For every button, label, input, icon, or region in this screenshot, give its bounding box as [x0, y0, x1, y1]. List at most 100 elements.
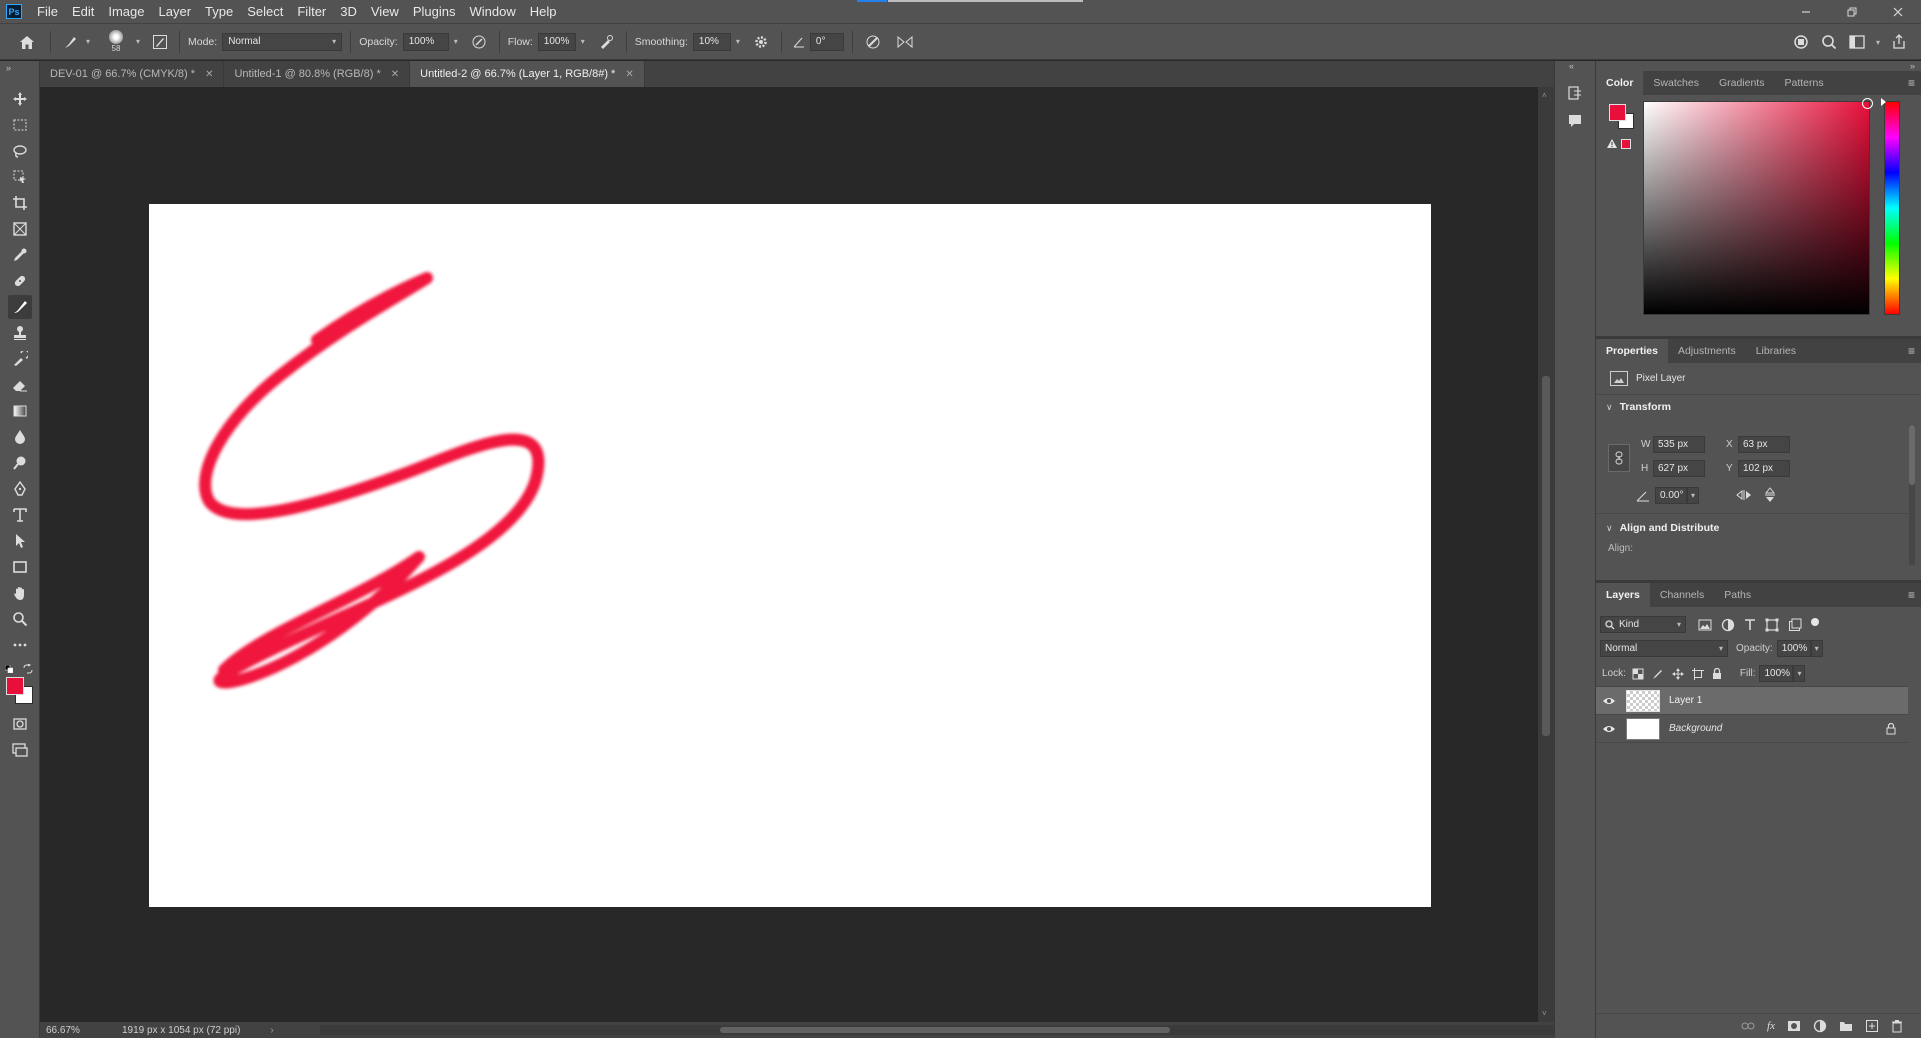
transform-section-header[interactable]: ∨ Transform — [1596, 395, 1921, 419]
workspace-icon[interactable] — [1843, 30, 1871, 54]
close-icon[interactable] — [1875, 0, 1921, 23]
lock-position-icon[interactable] — [1671, 667, 1684, 680]
restore-icon[interactable] — [1829, 0, 1875, 23]
eraser-tool-icon[interactable] — [8, 373, 32, 397]
add-mask-icon[interactable] — [1787, 1020, 1801, 1032]
lock-image-pixels-icon[interactable] — [1652, 668, 1664, 680]
clone-stamp-tool-icon[interactable] — [8, 321, 32, 345]
tab-libraries[interactable]: Libraries — [1746, 339, 1806, 363]
pressure-opacity-icon[interactable] — [467, 31, 491, 53]
align-section-header[interactable]: ∨ Align and Distribute — [1606, 522, 1719, 534]
swap-colors-icon[interactable] — [23, 663, 33, 674]
properties-scroll-thumb[interactable] — [1909, 425, 1915, 485]
brush-size-picker[interactable]: 58 — [101, 27, 131, 57]
home-icon[interactable] — [12, 27, 42, 57]
color-picker-marker[interactable] — [1862, 98, 1873, 109]
collapse-dock-icon[interactable]: » — [1910, 61, 1915, 71]
eyedropper-tool-icon[interactable] — [8, 243, 32, 267]
chevron-down-icon[interactable]: ▾ — [81, 33, 95, 51]
x-input[interactable]: 63 px — [1738, 436, 1790, 453]
saturation-brightness-field[interactable] — [1643, 98, 1873, 315]
new-adjustment-layer-icon[interactable] — [1813, 1019, 1827, 1033]
layer-kind-filter[interactable]: Kind ▾ — [1600, 616, 1686, 633]
height-input[interactable]: 627 px — [1653, 460, 1705, 477]
layer-style-icon[interactable]: fx — [1767, 1020, 1775, 1032]
gamut-color-swatch[interactable] — [1621, 139, 1631, 149]
lasso-tool-icon[interactable] — [8, 139, 32, 163]
menu-help[interactable]: Help — [523, 0, 564, 23]
chevron-down-icon[interactable]: ▾ — [1687, 487, 1699, 504]
chevron-down-icon[interactable]: ▾ — [576, 33, 590, 51]
brush-settings-icon[interactable] — [149, 31, 171, 53]
zoom-tool-icon[interactable] — [8, 607, 32, 631]
search-icon[interactable] — [1815, 30, 1843, 54]
warning-icon[interactable] — [1606, 138, 1618, 152]
gear-icon[interactable] — [749, 31, 773, 53]
tab-gradients[interactable]: Gradients — [1709, 71, 1775, 95]
zoom-level[interactable]: 66.67% — [46, 1025, 106, 1036]
pen-tool-icon[interactable] — [8, 477, 32, 501]
layer-row-background[interactable]: Background — [1596, 715, 1908, 743]
layer-name[interactable]: Layer 1 — [1669, 695, 1702, 706]
vertical-scroll-thumb[interactable] — [1542, 376, 1550, 736]
healing-brush-tool-icon[interactable] — [8, 269, 32, 293]
filter-pixel-icon[interactable] — [1698, 619, 1712, 631]
tab-dev-01[interactable]: DEV-01 @ 66.7% (CMYK/8) * ✕ — [40, 61, 225, 87]
scroll-down-icon[interactable]: ˅ — [1542, 1009, 1547, 1018]
hue-slider-marker[interactable] — [1881, 98, 1886, 106]
menu-plugins[interactable]: Plugins — [406, 0, 463, 23]
tab-layers[interactable]: Layers — [1596, 583, 1650, 607]
filter-smart-object-icon[interactable] — [1788, 618, 1802, 632]
symmetry-icon[interactable] — [893, 31, 917, 53]
document-canvas[interactable] — [149, 204, 1431, 907]
horizontal-scroll-thumb[interactable] — [720, 1027, 1170, 1033]
color-panel-foreground-swatch[interactable] — [1609, 104, 1626, 121]
hand-tool-icon[interactable] — [8, 581, 32, 605]
layer-opacity-input[interactable]: 100% — [1776, 640, 1811, 657]
close-icon[interactable]: ✕ — [625, 69, 633, 80]
link-icon[interactable] — [1608, 444, 1630, 472]
brush-tool-icon[interactable] — [8, 295, 32, 319]
new-group-icon[interactable] — [1839, 1020, 1853, 1032]
frame-tool-icon[interactable] — [8, 217, 32, 241]
panel-menu-icon[interactable]: ≡ — [1908, 76, 1915, 90]
angle-input[interactable]: 0° — [809, 32, 844, 51]
opacity-input[interactable]: 100% — [402, 32, 449, 51]
default-colors-icon[interactable] — [4, 664, 14, 674]
chevron-down-icon[interactable]: ▾ — [1793, 665, 1806, 682]
panel-menu-icon[interactable]: ≡ — [1908, 344, 1915, 358]
tab-untitled-2[interactable]: Untitled-2 @ 66.7% (Layer 1, RGB/8#) * ✕ — [410, 61, 645, 87]
scroll-up-icon[interactable]: ˄ — [1542, 91, 1547, 100]
gradient-tool-icon[interactable] — [8, 399, 32, 423]
path-selection-tool-icon[interactable] — [8, 529, 32, 553]
properties-scrollbar[interactable] — [1909, 425, 1915, 565]
tab-adjustments[interactable]: Adjustments — [1668, 339, 1746, 363]
menu-filter[interactable]: Filter — [290, 0, 333, 23]
layer-name[interactable]: Background — [1669, 723, 1722, 734]
horizontal-scrollbar[interactable] — [320, 1025, 1570, 1035]
collapse-panels-icon[interactable]: « — [1569, 61, 1574, 71]
filter-adjustment-icon[interactable] — [1721, 618, 1735, 632]
pressure-size-icon[interactable] — [861, 31, 885, 53]
chevron-down-icon[interactable]: ▾ — [449, 33, 463, 51]
tab-channels[interactable]: Channels — [1650, 583, 1714, 607]
flip-vertical-icon[interactable] — [1764, 487, 1776, 506]
hue-slider[interactable] — [1881, 98, 1900, 315]
lock-transparent-pixels-icon[interactable] — [1632, 668, 1644, 680]
flow-input[interactable]: 100% — [537, 32, 576, 51]
width-input[interactable]: 535 px — [1653, 436, 1705, 453]
flip-horizontal-icon[interactable] — [1736, 489, 1752, 504]
mode-select[interactable]: Normal ▾ — [222, 32, 343, 51]
airbrush-icon[interactable] — [594, 31, 618, 53]
new-layer-icon[interactable] — [1865, 1019, 1879, 1033]
menu-3d[interactable]: 3D — [333, 0, 364, 23]
lock-all-icon[interactable] — [1712, 667, 1722, 680]
close-icon[interactable]: ✕ — [205, 69, 213, 80]
chevron-down-icon[interactable]: ▾ — [1810, 640, 1823, 657]
chevron-down-icon[interactable]: ▾ — [131, 33, 145, 51]
menu-select[interactable]: Select — [240, 0, 290, 23]
type-tool-icon[interactable] — [8, 503, 32, 527]
more-tools-icon[interactable] — [8, 633, 32, 657]
chevron-down-icon[interactable]: ▾ — [1871, 33, 1885, 51]
menu-window[interactable]: Window — [462, 0, 522, 23]
